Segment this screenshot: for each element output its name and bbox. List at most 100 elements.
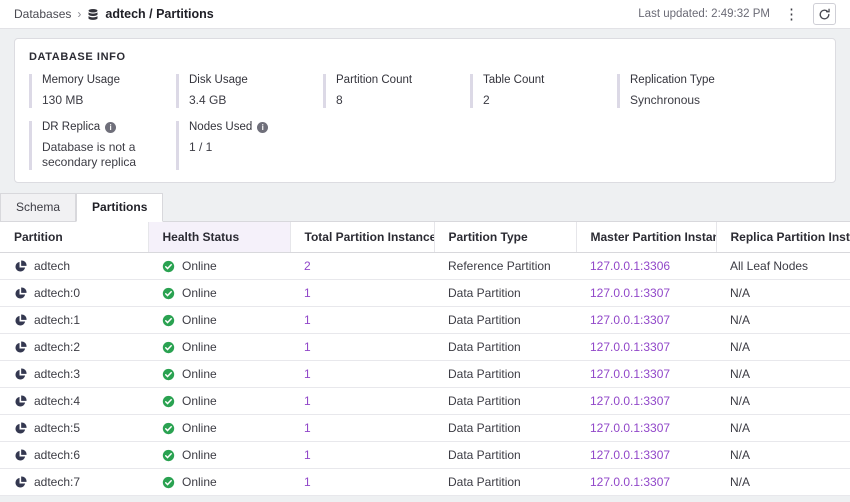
stat-label: Replication Type <box>630 74 763 86</box>
master-instance-link[interactable]: 127.0.0.1:3307 <box>590 421 670 435</box>
replica-instance-label: All Leaf Nodes <box>730 259 808 273</box>
partition-type-label: Data Partition <box>448 340 521 354</box>
partition-type-label: Reference Partition <box>448 259 551 273</box>
master-instance-link[interactable]: 127.0.0.1:3307 <box>590 448 670 462</box>
stat-replication-type: Replication Type Synchronous <box>617 74 763 108</box>
partition-type-label: Data Partition <box>448 313 521 327</box>
tab-bar: Schema Partitions <box>0 193 850 222</box>
stats-row-2: DR Replica i Database is not a secondary… <box>29 121 821 170</box>
breadcrumb-separator-icon: › <box>77 7 81 21</box>
total-instances-link[interactable]: 1 <box>304 286 311 300</box>
health-status-label: Online <box>182 286 217 300</box>
online-check-icon <box>162 449 175 462</box>
partition-type-label: Data Partition <box>448 367 521 381</box>
stat-dr-replica: DR Replica i Database is not a secondary… <box>29 121 175 170</box>
partition-pie-icon <box>14 449 27 462</box>
stat-memory-usage: Memory Usage 130 MB <box>29 74 175 108</box>
total-instances-link[interactable]: 1 <box>304 313 311 327</box>
database-info-card: DATABASE INFO Memory Usage 130 MB Disk U… <box>14 38 836 183</box>
table-row: adtech:2 Online 1 Data Partition 127.0.0… <box>0 334 850 361</box>
total-instances-link[interactable]: 1 <box>304 394 311 408</box>
partition-type-label: Data Partition <box>448 394 521 408</box>
online-check-icon <box>162 368 175 381</box>
online-check-icon <box>162 422 175 435</box>
replica-instance-label: N/A <box>730 421 750 435</box>
table-row: adtech:5 Online 1 Data Partition 127.0.0… <box>0 415 850 442</box>
replica-instance-label: N/A <box>730 394 750 408</box>
total-instances-link[interactable]: 1 <box>304 448 311 462</box>
partition-name: adtech:5 <box>34 421 80 435</box>
stat-label: Nodes Used <box>189 121 252 133</box>
replica-instance-label: N/A <box>730 340 750 354</box>
replica-instance-label: N/A <box>730 313 750 327</box>
partition-type-label: Data Partition <box>448 448 521 462</box>
tab-schema[interactable]: Schema <box>0 193 76 222</box>
breadcrumb: Databases › adtech / Partitions <box>14 7 214 21</box>
col-replica-partition-instance[interactable]: Replica Partition Instance ... <box>716 222 850 253</box>
online-check-icon <box>162 476 175 489</box>
total-instances-link[interactable]: 1 <box>304 475 311 489</box>
stat-value: 2 <box>483 93 609 108</box>
partition-name: adtech:7 <box>34 475 80 489</box>
table-row: adtech Online 2 Reference Partition 127.… <box>0 253 850 280</box>
master-instance-link[interactable]: 127.0.0.1:3307 <box>590 475 670 489</box>
total-instances-link[interactable]: 1 <box>304 367 311 381</box>
table-row: adtech:3 Online 1 Data Partition 127.0.0… <box>0 361 850 388</box>
total-instances-link[interactable]: 2 <box>304 259 311 273</box>
stat-label: DR Replica <box>42 121 100 133</box>
stat-partition-count: Partition Count 8 <box>323 74 469 108</box>
master-instance-link[interactable]: 127.0.0.1:3306 <box>590 259 670 273</box>
health-status-label: Online <box>182 259 217 273</box>
partition-name: adtech:4 <box>34 394 80 408</box>
info-icon[interactable]: i <box>105 122 116 133</box>
stat-value: 1 / 1 <box>189 140 315 155</box>
online-check-icon <box>162 314 175 327</box>
page-title: adtech / Partitions <box>105 7 213 21</box>
partition-pie-icon <box>14 260 27 273</box>
kebab-menu-icon[interactable]: ⋮ <box>782 7 801 22</box>
stat-value: 8 <box>336 93 462 108</box>
master-instance-link[interactable]: 127.0.0.1:3307 <box>590 394 670 408</box>
breadcrumb-databases[interactable]: Databases <box>14 7 71 21</box>
health-status-label: Online <box>182 475 217 489</box>
total-instances-link[interactable]: 1 <box>304 421 311 435</box>
refresh-button[interactable] <box>813 3 836 25</box>
online-check-icon <box>162 287 175 300</box>
master-instance-link[interactable]: 127.0.0.1:3307 <box>590 340 670 354</box>
info-icon[interactable]: i <box>257 122 268 133</box>
col-health-status[interactable]: Health Status <box>148 222 290 253</box>
col-partition-type[interactable]: Partition Type <box>434 222 576 253</box>
table-row: adtech:1 Online 1 Data Partition 127.0.0… <box>0 307 850 334</box>
partition-name: adtech:3 <box>34 367 80 381</box>
replica-instance-label: N/A <box>730 448 750 462</box>
col-master-partition-instance[interactable]: Master Partition Instance ... <box>576 222 716 253</box>
partition-pie-icon <box>14 422 27 435</box>
col-partition[interactable]: Partition <box>0 222 148 253</box>
health-status-label: Online <box>182 340 217 354</box>
master-instance-link[interactable]: 127.0.0.1:3307 <box>590 286 670 300</box>
partitions-table-body: adtech Online 2 Reference Partition 127.… <box>0 253 850 496</box>
master-instance-link[interactable]: 127.0.0.1:3307 <box>590 367 670 381</box>
tab-partitions[interactable]: Partitions <box>76 193 163 222</box>
stat-value: 3.4 GB <box>189 93 315 108</box>
stats-row-1: Memory Usage 130 MB Disk Usage 3.4 GB Pa… <box>29 74 821 108</box>
health-status-label: Online <box>182 421 217 435</box>
stat-nodes-used: Nodes Used i 1 / 1 <box>176 121 322 170</box>
stat-label: Disk Usage <box>189 74 322 86</box>
total-instances-link[interactable]: 1 <box>304 340 311 354</box>
stat-label: Memory Usage <box>42 74 175 86</box>
partition-name: adtech:2 <box>34 340 80 354</box>
database-icon <box>87 8 99 21</box>
stat-value: Synchronous <box>630 93 756 108</box>
table-row: adtech:6 Online 1 Data Partition 127.0.0… <box>0 442 850 469</box>
stat-value: Database is not a secondary replica <box>42 140 168 170</box>
online-check-icon <box>162 260 175 273</box>
refresh-icon <box>818 8 831 21</box>
col-total-partition-instances[interactable]: Total Partition Instances <box>290 222 434 253</box>
partition-pie-icon <box>14 287 27 300</box>
table-header-row: Partition Health Status Total Partition … <box>0 222 850 253</box>
replica-instance-label: N/A <box>730 475 750 489</box>
stat-table-count: Table Count 2 <box>470 74 616 108</box>
health-status-label: Online <box>182 448 217 462</box>
master-instance-link[interactable]: 127.0.0.1:3307 <box>590 313 670 327</box>
